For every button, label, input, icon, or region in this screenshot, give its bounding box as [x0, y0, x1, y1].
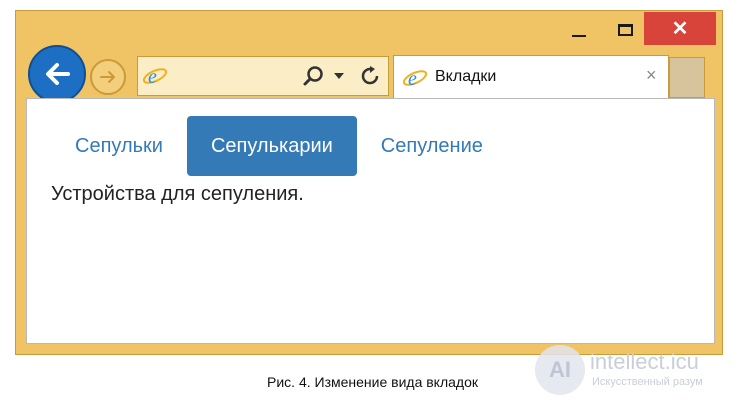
tab-close-icon[interactable]: × [646, 65, 657, 86]
svg-text:e: e [408, 68, 417, 90]
tab-sepulenie[interactable]: Сепуление [357, 116, 507, 176]
tab-title: Вкладки [435, 68, 497, 85]
browser-window: ✕ e e Вкладки × Сепульки Сепулькарии Сеп… [15, 10, 723, 355]
maximize-button[interactable] [606, 14, 644, 46]
page-content: Сепульки Сепулькарии Сепуление Устройств… [26, 98, 715, 344]
nav-tabs: Сепульки Сепулькарии Сепуление [51, 116, 507, 176]
svg-text:e: e [148, 66, 157, 88]
ie-logo-icon: e [142, 66, 168, 88]
search-icon[interactable] [302, 64, 326, 88]
ie-logo-icon: e [402, 68, 428, 90]
forward-arrow-icon [100, 71, 115, 83]
tab-sepulkarii[interactable]: Сепулькарии [186, 116, 357, 176]
refresh-icon[interactable] [358, 64, 382, 88]
forward-button[interactable] [90, 59, 126, 95]
tab-content-text: Устройства для сепуления. [51, 183, 304, 205]
back-button[interactable] [28, 45, 86, 103]
new-tab-button[interactable] [669, 57, 705, 98]
minimize-icon [572, 35, 586, 37]
maximize-icon [617, 24, 633, 36]
tab-sepulki[interactable]: Сепульки [51, 116, 187, 176]
close-window-button[interactable]: ✕ [644, 12, 716, 45]
address-bar[interactable]: e [137, 56, 389, 96]
minimize-button[interactable] [560, 14, 598, 46]
dropdown-icon[interactable] [334, 73, 344, 79]
watermark-title: intellect.icu [590, 349, 699, 374]
browser-tab[interactable]: e Вкладки × [393, 55, 669, 98]
close-icon: ✕ [671, 18, 689, 40]
back-arrow-icon [46, 63, 70, 85]
figure-caption: Рис. 4. Изменение вида вкладок [267, 374, 478, 390]
